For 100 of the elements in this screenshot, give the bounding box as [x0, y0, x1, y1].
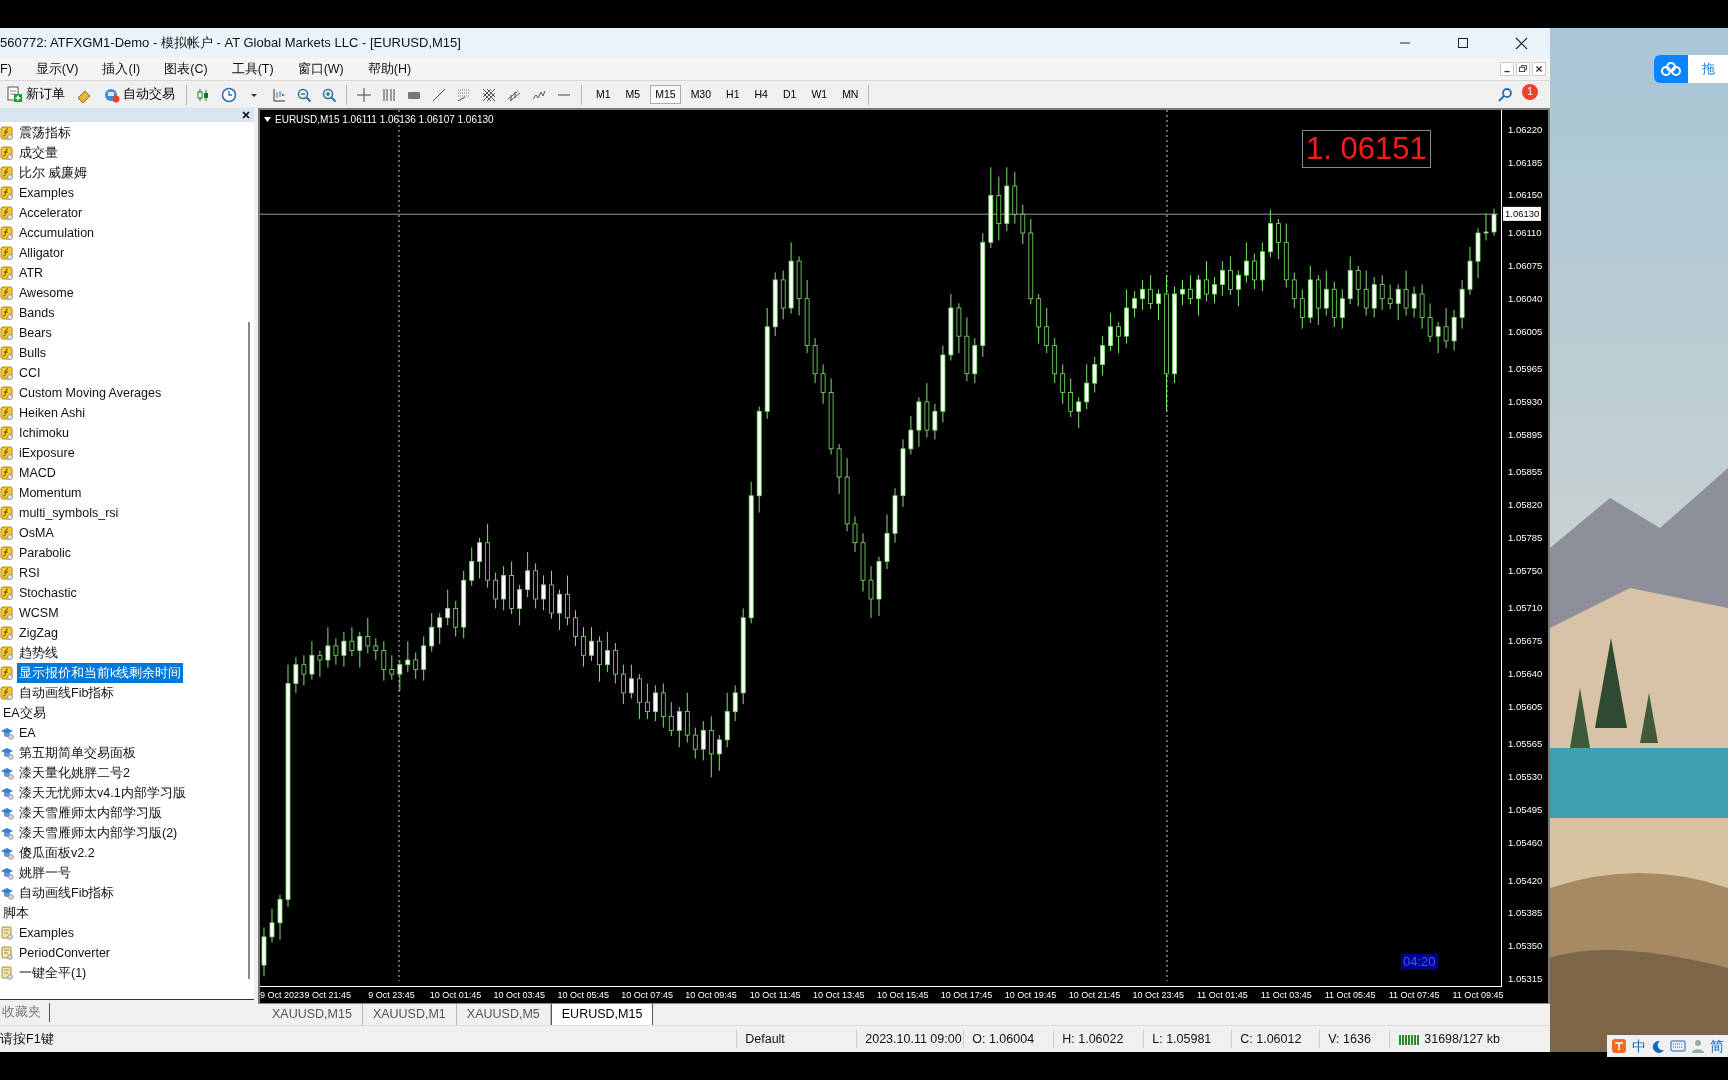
- current-price-label: 1.06130: [1503, 207, 1542, 222]
- period-button[interactable]: W1: [806, 84, 833, 105]
- tree-item[interactable]: EA交易: [1, 702, 48, 724]
- price-axis-label: 1.05605: [1508, 699, 1543, 714]
- tree-item[interactable]: 漆天量化姚胖二号2: [17, 762, 132, 784]
- price-axis-label: 1.05385: [1508, 906, 1543, 921]
- status-field: C: 1.06012: [1240, 1029, 1302, 1049]
- tree-item[interactable]: WCSM: [17, 602, 61, 624]
- tree-item[interactable]: Bears: [17, 322, 54, 344]
- tree-item[interactable]: ATR: [17, 262, 46, 284]
- time-axis-label: 9 Oct 23:45: [368, 989, 415, 1001]
- time-axis-label: 10 Oct 07:45: [621, 989, 673, 1001]
- tree-item[interactable]: Examples: [17, 182, 76, 204]
- status-field: V: 1636: [1328, 1029, 1371, 1049]
- price-axis-label: 1.05855: [1508, 465, 1543, 480]
- tree-item[interactable]: OsMA: [17, 522, 56, 544]
- status-field: H: 1.06022: [1062, 1029, 1124, 1049]
- menu-item[interactable]: 插入(I): [102, 59, 151, 79]
- time-axis-label: 11 Oct 05:45: [1324, 989, 1376, 1001]
- price-display: 1. 06151: [1302, 130, 1431, 168]
- tree-item[interactable]: 漆天无忧师太v4.1内部学习版: [17, 782, 188, 804]
- menu-item[interactable]: 窗口(W): [297, 59, 354, 79]
- tree-item[interactable]: 成交量: [17, 142, 60, 164]
- price-axis-label: 1.05710: [1508, 601, 1543, 616]
- tree-item[interactable]: Accumulation: [17, 222, 97, 244]
- status-text: 请按F1键: [0, 1030, 54, 1048]
- period-button[interactable]: M30: [685, 84, 717, 105]
- price-axis-label: 1.05640: [1508, 666, 1543, 681]
- price-axis-label: 1.05785: [1508, 530, 1543, 545]
- tree-item[interactable]: Ichimoku: [17, 422, 72, 444]
- time-axis-label: 10 Oct 19:45: [1004, 989, 1057, 1001]
- chart-tab[interactable]: XAUUSD,M1: [362, 1004, 457, 1025]
- tree-item[interactable]: 自动画线Fib指标: [17, 882, 117, 904]
- tray-button[interactable]: 简: [1710, 1035, 1724, 1057]
- tree-item[interactable]: MACD: [17, 462, 58, 484]
- period-button[interactable]: M1: [591, 84, 616, 105]
- time-axis-label: 10 Oct 11:45: [749, 989, 801, 1001]
- tree-item[interactable]: 漆天雪雁师太内部学习版(2): [17, 822, 180, 844]
- tree-item[interactable]: 比尔 威廉姆: [17, 162, 90, 184]
- tree-item[interactable]: Awesome: [17, 282, 76, 304]
- menu-item[interactable]: 显示(V): [35, 59, 89, 79]
- price-axis-label: 1.05495: [1508, 803, 1543, 818]
- tree-item[interactable]: 脚本: [1, 902, 31, 924]
- menu-item[interactable]: F): [0, 59, 22, 79]
- tree-item[interactable]: Accelerator: [17, 202, 85, 224]
- tray-button[interactable]: 中: [1632, 1035, 1646, 1057]
- tree-item[interactable]: Alligator: [17, 242, 67, 264]
- price-axis-label: 1.05675: [1508, 634, 1543, 649]
- tree-item[interactable]: 趋势线: [17, 642, 60, 664]
- period-button[interactable]: H4: [749, 84, 773, 105]
- time-axis-label: 10 Oct 21:45: [1068, 989, 1121, 1001]
- chart-header: EURUSD,M15 1.06111 1.06136 1.06107 1.06130: [275, 113, 494, 127]
- tree-item[interactable]: 显示报价和当前k线剩余时间: [17, 662, 184, 684]
- tree-item[interactable]: Heiken Ashi: [17, 402, 87, 424]
- tree-item[interactable]: Bulls: [17, 342, 49, 364]
- period-button[interactable]: M5: [620, 84, 646, 105]
- tree-item[interactable]: CCI: [17, 362, 43, 384]
- price-axis-label: 1.05565: [1508, 737, 1543, 752]
- tree-item[interactable]: Bands: [17, 302, 57, 324]
- tree-item[interactable]: 一键全平(1): [17, 962, 89, 984]
- tree-item[interactable]: 第五期简单交易面板: [17, 742, 138, 764]
- tree-item[interactable]: Custom Moving Averages: [17, 382, 164, 404]
- menu-item[interactable]: 帮助(H): [367, 59, 422, 79]
- tree-item[interactable]: 傻瓜面板v2.2: [17, 842, 97, 864]
- tree-item[interactable]: 自动画线Fib指标: [17, 682, 117, 704]
- tree-item[interactable]: ZigZag: [17, 622, 60, 644]
- tree-item[interactable]: Stochastic: [17, 582, 79, 604]
- toolbar-button[interactable]: 新订单: [4, 85, 67, 104]
- status-field: O: 1.06004: [972, 1029, 1035, 1049]
- tree-item[interactable]: RSI: [17, 562, 42, 584]
- time-axis-label: 9 Oct 2023: [260, 989, 305, 1001]
- menu-item[interactable]: 工具(T): [231, 59, 284, 79]
- period-button[interactable]: MN: [837, 84, 864, 105]
- time-axis-label: 10 Oct 01:45: [429, 989, 482, 1001]
- tree-item[interactable]: iExposure: [17, 442, 77, 464]
- tree-item[interactable]: Parabolic: [17, 542, 74, 564]
- tree-item[interactable]: 震荡指标: [17, 122, 73, 144]
- time-axis-label: 10 Oct 13:45: [813, 989, 865, 1001]
- tree-item[interactable]: Examples: [17, 922, 76, 944]
- tree-item[interactable]: Momentum: [17, 482, 84, 504]
- period-button[interactable]: D1: [777, 84, 802, 105]
- period-button[interactable]: M15: [650, 84, 681, 105]
- toolbar-button[interactable]: 自动交易: [101, 85, 177, 104]
- chart-tab[interactable]: EURUSD,M15: [550, 1004, 654, 1026]
- notification-badge[interactable]: 1: [1522, 83, 1538, 100]
- price-axis-label: 1.06075: [1508, 258, 1543, 273]
- period-button[interactable]: H1: [721, 84, 745, 105]
- tree-item[interactable]: 姚胖一号: [17, 862, 73, 884]
- tree-item[interactable]: PeriodConverter: [17, 942, 112, 964]
- tree-item[interactable]: multi_symbols_rsi: [17, 502, 121, 524]
- tree-item[interactable]: EA: [17, 722, 38, 744]
- price-axis-label: 1.05460: [1508, 835, 1543, 850]
- price-axis-label: 1.05750: [1508, 563, 1543, 578]
- tree-item[interactable]: 漆天雪雁师太内部学习版: [17, 802, 164, 824]
- time-axis-label: 10 Oct 23:45: [1132, 989, 1185, 1001]
- price-axis-label: 1.05350: [1508, 939, 1543, 954]
- chart-tab[interactable]: XAUUSD,M5: [456, 1004, 551, 1025]
- menu-item[interactable]: 图表(C): [164, 59, 218, 79]
- chart-tab[interactable]: XAUUSD,M15: [262, 1004, 363, 1025]
- navigator-tab[interactable]: 收藏夹: [0, 1003, 50, 1022]
